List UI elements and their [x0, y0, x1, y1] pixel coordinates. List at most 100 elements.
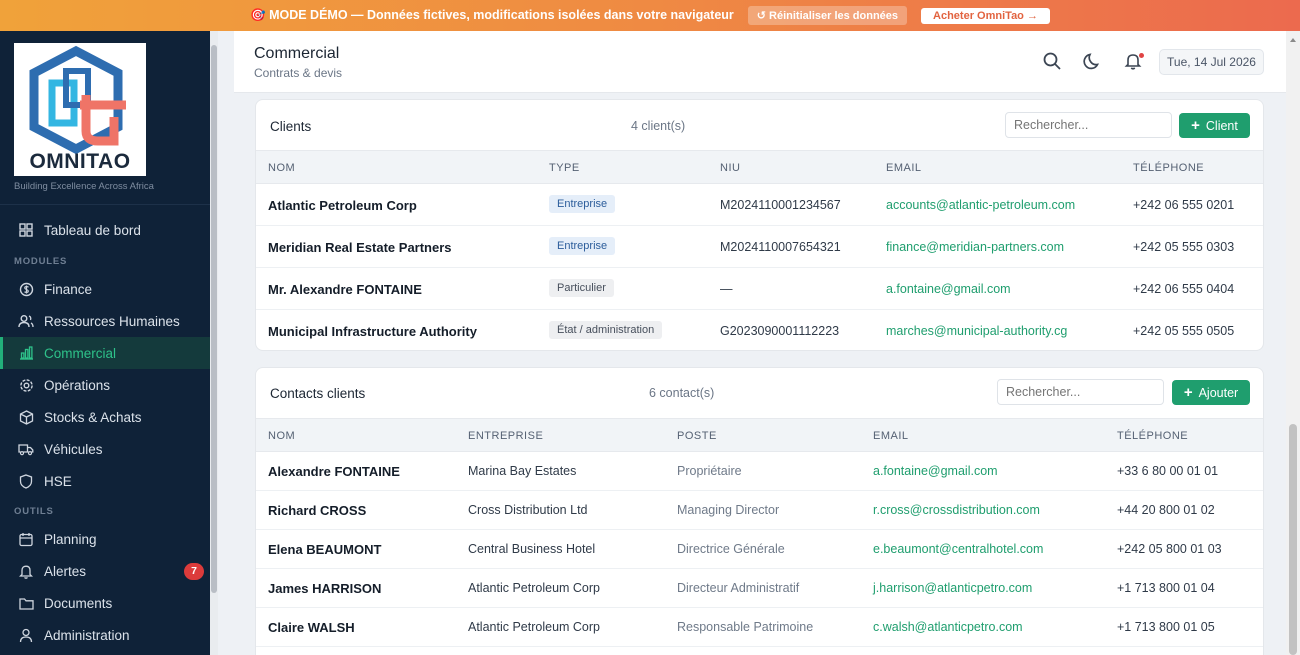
table-row[interactable]: Mr. Alexandre FONTAINE Particulier — a.f… — [256, 268, 1263, 310]
contact-position: Directeur Administratif — [677, 581, 800, 595]
sidebar-item-dashboard[interactable]: Tableau de bord — [0, 214, 218, 246]
contact-email-link[interactable]: a.fontaine@gmail.com — [873, 464, 998, 478]
table-row[interactable]: Richard CROSS Cross Distribution Ltd Man… — [256, 491, 1263, 530]
alerts-count-badge: 7 — [184, 562, 204, 580]
column-header-niu[interactable]: NIU — [720, 162, 740, 174]
logo-mark-icon — [29, 45, 126, 155]
dollar-circle-icon — [18, 281, 34, 297]
demo-banner-text: 🎯 MODE DÉMO — Données fictives, modifica… — [250, 8, 734, 22]
column-header-type[interactable]: TYPE — [549, 162, 580, 174]
table-row[interactable]: Municipal Infrastructure Authority État … — [256, 310, 1263, 350]
demo-banner: 🎯 MODE DÉMO — Données fictives, modifica… — [0, 0, 1300, 31]
clients-search-input[interactable] — [1005, 112, 1172, 138]
search-icon[interactable] — [1042, 51, 1064, 73]
contacts-count: 6 contact(s) — [649, 386, 715, 400]
client-email-link[interactable]: marches@municipal-authority.cg — [886, 324, 1067, 338]
sidebar-item-operations[interactable]: Opérations — [0, 369, 218, 401]
folder-icon — [18, 595, 34, 611]
contact-position: Directrice Générale — [677, 542, 785, 556]
clients-card: Clients 4 client(s) + Client NOM TYPE NI… — [255, 99, 1264, 351]
bell-icon[interactable] — [1123, 51, 1145, 73]
reset-data-button[interactable]: ↺ Réinitialiser les données — [747, 6, 908, 25]
client-niu: M2024110007654321 — [720, 240, 841, 254]
sidebar-item-label: Planning — [44, 531, 97, 547]
client-name: Atlantic Petroleum Corp — [268, 198, 417, 213]
table-row[interactable]: Atlantic Petroleum Corp Entreprise M2024… — [256, 184, 1263, 226]
table-row[interactable]: Claire WALSH Atlantic Petroleum Corp Res… — [256, 608, 1263, 647]
table-row[interactable]: Elena BEAUMONT Central Business Hotel Di… — [256, 530, 1263, 569]
column-header-telephone[interactable]: TÉLÉPHONE — [1117, 430, 1188, 442]
contact-name: Claire WALSH — [268, 620, 355, 635]
main-scrollbar-thumb[interactable] — [1289, 424, 1297, 655]
moon-icon[interactable] — [1083, 51, 1105, 73]
table-row[interactable]: Alexandre FONTAINE Marina Bay Estates Pr… — [256, 452, 1263, 491]
client-niu: — — [720, 282, 733, 296]
column-header-telephone[interactable]: TÉLÉPHONE — [1133, 162, 1204, 174]
omnitao-logo[interactable]: OMNITAO — [14, 43, 146, 176]
sidebar-item-planning[interactable]: Planning — [0, 523, 218, 555]
add-client-button[interactable]: + Client — [1179, 113, 1250, 138]
client-phone: +242 05 555 0303 — [1133, 240, 1235, 254]
client-niu: G2023090001112223 — [720, 324, 840, 338]
contact-email-link[interactable]: j.harrison@atlanticpetro.com — [873, 581, 1032, 595]
contact-email-link[interactable]: r.cross@crossdistribution.com — [873, 503, 1040, 517]
sidebar-item-label: Opérations — [44, 377, 111, 393]
client-type-badge: Entreprise — [549, 237, 616, 255]
notification-dot — [1139, 53, 1144, 58]
tagline: Building Excellence Across Africa — [14, 181, 154, 192]
sidebar-item-documents[interactable]: Documents — [0, 587, 218, 619]
sidebar-scrollbar-thumb[interactable] — [211, 45, 217, 593]
page-subtitle: Contrats & devis — [254, 66, 343, 80]
sidebar-item-stocks[interactable]: Stocks & Achats — [0, 401, 218, 433]
users-icon — [18, 313, 34, 329]
contact-name: Richard CROSS — [268, 503, 367, 518]
contact-name: Elena BEAUMONT — [268, 542, 382, 557]
client-type-badge: Particulier — [549, 279, 614, 297]
bell-icon — [18, 563, 34, 579]
sidebar-item-finance[interactable]: Finance — [0, 273, 218, 305]
contact-company: Central Business Hotel — [468, 542, 596, 556]
contacts-card: Contacts clients 6 contact(s) + Ajouter … — [255, 367, 1264, 655]
sidebar-item-label: Administration — [44, 627, 130, 643]
sidebar-item-administration[interactable]: Administration — [0, 619, 218, 651]
sidebar-item-rh[interactable]: Ressources Humaines — [0, 305, 218, 337]
client-email-link[interactable]: a.fontaine@gmail.com — [886, 282, 1011, 296]
shield-icon — [18, 473, 34, 489]
plus-icon: + — [1191, 117, 1200, 134]
current-date: Tue, 14 Jul 2026 — [1159, 49, 1264, 75]
contact-phone: +33 6 80 00 01 01 — [1117, 464, 1219, 478]
client-type-badge: Entreprise — [549, 195, 616, 213]
sidebar-item-commercial[interactable]: Commercial — [0, 337, 218, 369]
sidebar-item-vehicules[interactable]: Véhicules — [0, 433, 218, 465]
scroll-up-arrow-icon[interactable] — [1286, 33, 1300, 47]
contact-name: Alexandre FONTAINE — [268, 464, 400, 479]
column-header-email[interactable]: EMAIL — [886, 162, 922, 174]
column-header-nom[interactable]: NOM — [268, 162, 295, 174]
sidebar-scrollbar[interactable] — [210, 31, 218, 655]
contact-email-link[interactable]: e.beaumont@centralhotel.com — [873, 542, 1043, 556]
sidebar-item-hse[interactable]: HSE — [0, 465, 218, 497]
sidebar-item-alertes[interactable]: Alertes 7 — [0, 555, 218, 587]
table-row[interactable]: Meridian Real Estate Partners Entreprise… — [256, 226, 1263, 268]
contact-position: Responsable Patrimoine — [677, 620, 814, 634]
column-header-poste[interactable]: POSTE — [677, 430, 717, 442]
calendar-icon — [18, 531, 34, 547]
client-email-link[interactable]: finance@meridian-partners.com — [886, 240, 1064, 254]
main-scrollbar[interactable] — [1286, 31, 1300, 655]
table-row[interactable]: James HARRISON Atlantic Petroleum Corp D… — [256, 569, 1263, 608]
sidebar-item-label: Ressources Humaines — [44, 313, 180, 329]
column-header-email[interactable]: EMAIL — [873, 430, 909, 442]
contacts-search-input[interactable] — [997, 379, 1164, 405]
page-header: Commercial Contrats & devis Tue, 14 Jul … — [234, 31, 1286, 93]
column-header-nom[interactable]: NOM — [268, 430, 295, 442]
column-header-entreprise[interactable]: ENTREPRISE — [468, 430, 543, 442]
logo-text: OMNITAO — [29, 150, 131, 173]
add-contact-button[interactable]: + Ajouter — [1172, 380, 1250, 405]
contact-company: Marina Bay Estates — [468, 464, 577, 478]
contact-phone: +44 20 800 01 02 — [1117, 503, 1215, 517]
clients-title: Clients — [270, 119, 312, 134]
contact-phone: +1 713 800 01 05 — [1117, 620, 1215, 634]
client-email-link[interactable]: accounts@atlantic-petroleum.com — [886, 198, 1075, 212]
contact-email-link[interactable]: c.walsh@atlanticpetro.com — [873, 620, 1023, 634]
buy-omnitao-button[interactable]: Acheter OmniTao → — [921, 7, 1050, 24]
